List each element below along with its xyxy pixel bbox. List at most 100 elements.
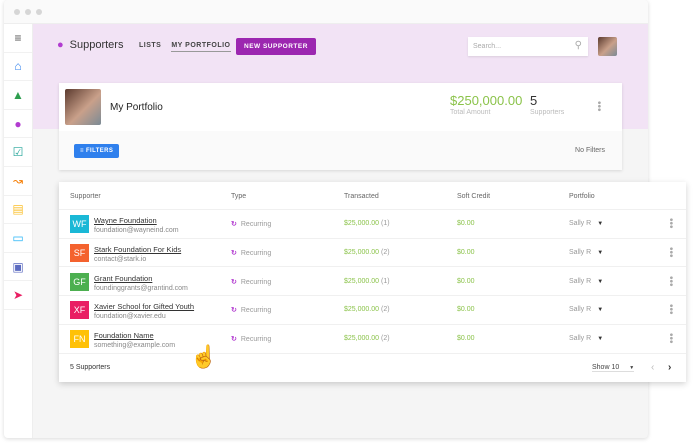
transacted-amount: $25,000.00 [344, 335, 380, 343]
filters-label: FILTERS [85, 148, 114, 154]
send-icon: ➤ [12, 288, 24, 303]
column-header[interactable]: Portfolio [569, 193, 595, 200]
transacted-amount: $25,000.00 [344, 220, 380, 227]
user-avatar[interactable] [598, 37, 617, 56]
table-row[interactable]: SF Stark Foundation For Kids contact@sta… [59, 239, 686, 268]
portfolio-select[interactable]: Sally R ▼ [569, 278, 603, 285]
transaction-count: (2) [381, 248, 390, 256]
supporters-icon: ● [14, 116, 22, 131]
column-header[interactable]: Transacted [344, 193, 379, 200]
recurring-icon: ↻ [231, 221, 237, 228]
supporter-name-link[interactable]: Wayne Foundation [94, 216, 157, 225]
portfolio-owner: Sally R [569, 277, 592, 285]
sidebar-item[interactable]: ▣ [4, 253, 32, 282]
title-bar [4, 0, 648, 24]
chevron-down-icon: ▼ [629, 365, 635, 371]
more-options-icon[interactable]: ••• [593, 101, 604, 112]
supporter-name-link[interactable]: Foundation Name [94, 331, 154, 340]
supporter-name-link[interactable]: Stark Foundation For Kids [94, 245, 181, 254]
portfolio-select[interactable]: Sally R ▼ [569, 335, 603, 342]
supporters-count-label: Supporters [530, 109, 565, 116]
new-supporter-button[interactable]: NEW SUPPORTER [236, 38, 316, 55]
window-dot[interactable] [14, 9, 20, 15]
supporter-avatar: SF [70, 243, 89, 262]
type-cell: ↻ Recurring [231, 220, 271, 228]
filters-status: No Filters [575, 147, 605, 154]
row-more-icon[interactable]: ••• [665, 276, 676, 287]
prev-page-icon[interactable]: ‹ [651, 362, 654, 373]
portfolio-select[interactable]: Sally R ▼ [569, 220, 603, 227]
nav-tabs: LISTS MY PORTFOLIO [139, 42, 231, 52]
soft-credit-cell: $0.00 [457, 277, 475, 285]
row-more-icon[interactable]: ••• [665, 333, 676, 344]
row-more-icon[interactable]: ••• [665, 247, 676, 258]
sidebar-item[interactable]: ▭ [4, 224, 32, 253]
total-amount: $250,000.00 Total Amount [450, 93, 522, 116]
bank-icon: ▲ [12, 87, 24, 102]
supporter-avatar: GF [70, 272, 89, 291]
sidebar-item[interactable]: ▲ [4, 81, 32, 110]
chevron-down-icon: ▼ [597, 307, 604, 314]
next-page-icon[interactable]: › [668, 362, 671, 373]
row-more-icon[interactable]: ••• [665, 218, 676, 229]
supporter-email: contact@stark.io [94, 255, 147, 263]
supporter-email: foundation@xavier.edu [94, 313, 166, 321]
tab-my-portfolio[interactable]: MY PORTFOLIO [171, 42, 231, 52]
table-row[interactable]: FN Foundation Name something@example.com… [59, 325, 686, 354]
portfolio-owner: Sally R [569, 220, 592, 227]
portfolio-title: My Portfolio [110, 102, 163, 113]
recurring-icon: ↻ [231, 307, 237, 315]
column-header[interactable]: Soft Credit [457, 193, 490, 200]
transacted-cell: $25,000.00 (2) [344, 335, 390, 342]
soft-credit-cell: $0.00 [457, 220, 475, 227]
supporters-table: Supporter Type Transacted Soft Credit Po… [59, 182, 686, 382]
soft-credit-cell: $0.00 [457, 306, 475, 314]
transacted-cell: $25,000.00 (2) [344, 249, 390, 256]
sidebar: ≡ ⌂ ▲ ● ☑ ↝ ▤ ▭ ▣ ➤ [4, 24, 33, 438]
type-cell: ↻ Recurring [231, 249, 271, 257]
monitor-icon: ▭ [12, 230, 24, 245]
page-size-value: Show 10 [592, 364, 620, 371]
row-more-icon[interactable]: ••• [665, 304, 676, 315]
chevron-down-icon: ▼ [597, 221, 604, 227]
portfolio-card: My Portfolio $250,000.00 Total Amount 5 Su… [59, 83, 622, 170]
search-input[interactable]: Search... ⚲ [468, 37, 588, 56]
table-row[interactable]: GF Grant Foundation foundinggrants@grant… [59, 268, 686, 297]
table-row[interactable]: XF Xavier School for Gifted Youth founda… [59, 296, 686, 325]
reports-icon: ↝ [12, 173, 24, 188]
supporter-name-link[interactable]: Xavier School for Gifted Youth [94, 302, 194, 311]
page-title: Supporters [69, 39, 124, 51]
column-header[interactable]: Type [231, 193, 246, 200]
search-placeholder: Search... [473, 43, 502, 50]
sidebar-item[interactable]: ⌂ [4, 53, 32, 82]
portfolio-select[interactable]: Sally R ▼ [569, 306, 603, 313]
column-header[interactable]: Supporter [70, 193, 101, 200]
sidebar-item[interactable]: ≡ [4, 24, 32, 53]
sidebar-item[interactable]: ☑ [4, 138, 32, 167]
transacted-amount: $25,000.00 [344, 306, 380, 314]
table-row[interactable]: WF Wayne Foundation foundation@wayneind.… [59, 210, 686, 239]
supporter-name-link[interactable]: Grant Foundation [94, 274, 152, 283]
sidebar-item[interactable]: ↝ [4, 167, 32, 196]
recurring-icon: ↻ [231, 249, 237, 257]
sidebar-item[interactable]: ▤ [4, 196, 32, 225]
supporter-avatar: FN [70, 330, 89, 349]
sidebar-item[interactable]: ● [4, 110, 32, 139]
window-dot[interactable] [25, 9, 31, 15]
supporter-email: something@example.com [94, 342, 176, 350]
filters-button[interactable]: ≡ FILTERS [74, 144, 120, 158]
type-label: Recurring [240, 336, 272, 344]
type-label: Recurring [240, 278, 272, 286]
transaction-count: (2) [381, 306, 390, 314]
page-size-select[interactable]: Show 10 ▼ [592, 364, 635, 372]
app-title: ● Supporters [57, 39, 123, 51]
transacted-cell: $25,000.00 (2) [344, 306, 390, 313]
portfolio-select[interactable]: Sally R ▼ [569, 249, 603, 256]
sidebar-item[interactable]: ➤ [4, 281, 32, 310]
portfolio-owner: Sally R [569, 248, 592, 256]
search-icon[interactable]: ⚲ [575, 40, 582, 51]
calendar-icon: ▣ [12, 259, 24, 274]
supporters-icon: ● [57, 39, 64, 51]
tab-lists[interactable]: LISTS [139, 42, 161, 52]
window-dot[interactable] [36, 9, 42, 15]
